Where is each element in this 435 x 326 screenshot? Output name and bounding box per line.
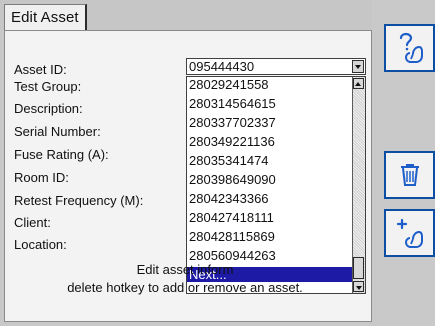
list-item[interactable]: 28035341474 [187,153,353,168]
list-item[interactable]: 280428115869 [187,229,353,244]
list-item[interactable]: 280427418111 [187,210,353,225]
tab-bar: Edit Asset [0,0,372,30]
location-label: Location: [14,237,67,252]
client-label: Client: [14,215,51,230]
help-line-2: delete hotkey to add or remove an asset. [67,280,303,295]
help-button[interactable] [384,24,435,72]
fuse-rating-label: Fuse Rating (A): [14,147,109,162]
asset-id-value: 095444430 [189,59,255,74]
list-item[interactable]: 280349221136 [187,134,353,149]
description-label: Description: [14,101,83,116]
scroll-up-icon[interactable] [353,78,364,89]
retest-frequency-label: Retest Frequency (M): [14,193,144,208]
list-item[interactable]: 280337702337 [187,115,353,130]
delete-button[interactable] [384,151,435,199]
add-asset-icon [396,218,423,248]
chevron-down-icon[interactable] [352,60,364,73]
serial-number-label: Serial Number: [14,124,101,139]
asset-id-dropdown[interactable]: 095444430 [186,58,366,75]
tab-edit-asset[interactable]: Edit Asset [4,4,87,30]
help-line-1: Edit asset inform [136,262,234,277]
edit-asset-panel: Asset ID: Test Group: Description: Seria… [4,30,372,322]
asset-id-label: Asset ID: [14,62,67,77]
list-item[interactable]: 28042343366 [187,191,353,206]
add-asset-button[interactable] [384,209,435,257]
edit-asset-screen: Edit Asset Asset ID: Test Group: Descrip… [0,0,435,326]
list-item[interactable]: 280398649090 [187,172,353,187]
help-icon [399,32,423,63]
trash-icon [400,164,419,186]
list-item[interactable]: 28029241558 [187,77,353,92]
room-id-label: Room ID: [14,170,69,185]
test-group-label: Test Group: [14,79,82,94]
list-item[interactable]: 280314564615 [187,96,353,111]
